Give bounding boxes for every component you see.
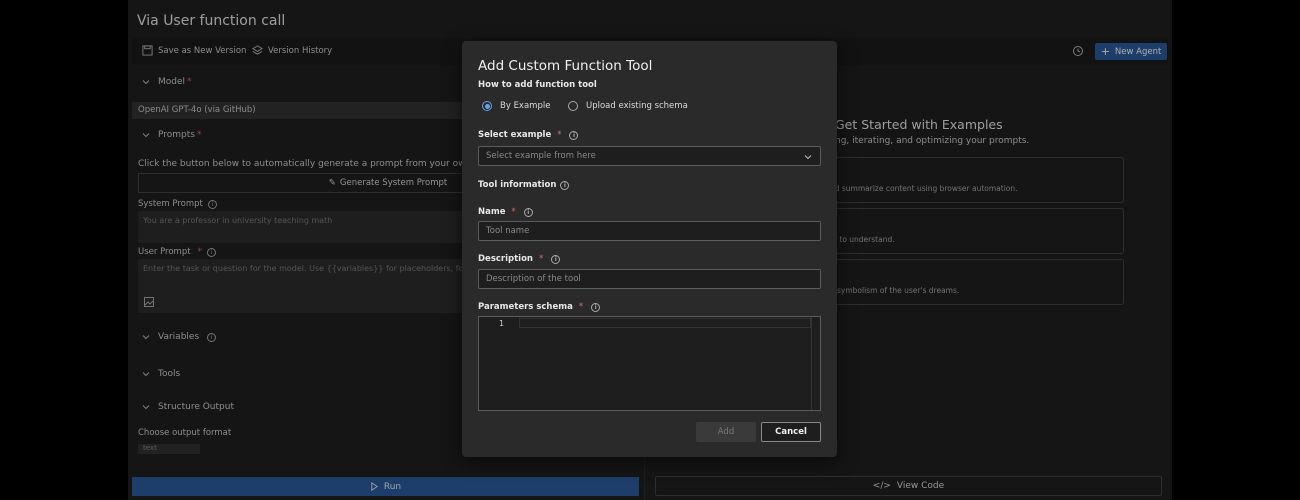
radio-by-example[interactable]: By Example bbox=[482, 101, 550, 111]
parameters-schema-label: Parameters schema * i bbox=[478, 302, 601, 312]
info-icon[interactable]: i bbox=[591, 302, 601, 312]
tool-description-input[interactable]: Description of the tool bbox=[478, 269, 821, 289]
select-example-dropdown[interactable]: Select example from here bbox=[478, 146, 821, 166]
radio-selected-indicator bbox=[482, 101, 492, 111]
tool-description-placeholder: Description of the tool bbox=[486, 274, 581, 284]
radio-indicator bbox=[568, 101, 578, 111]
chevron-down-icon bbox=[804, 155, 812, 160]
line-number: 1 bbox=[499, 319, 505, 328]
info-icon[interactable]: i bbox=[569, 130, 579, 140]
dialog-title: Add Custom Function Tool bbox=[478, 58, 653, 74]
editor-scrollbar[interactable] bbox=[811, 317, 819, 410]
how-to-add-label: How to add function tool bbox=[478, 80, 597, 90]
add-custom-function-tool-dialog: Add Custom Function Tool How to add func… bbox=[462, 41, 837, 457]
description-label: Description * i bbox=[478, 254, 561, 264]
name-label: Name * i bbox=[478, 207, 533, 217]
select-example-label: Select example * i bbox=[478, 130, 579, 140]
radio-upload-label: Upload existing schema bbox=[586, 101, 688, 111]
add-button[interactable]: Add bbox=[696, 422, 756, 442]
info-icon[interactable]: i bbox=[560, 180, 570, 190]
tool-name-placeholder: Tool name bbox=[486, 226, 530, 236]
info-icon[interactable]: i bbox=[551, 254, 561, 264]
tool-information-label: Tool information i bbox=[478, 180, 570, 190]
radio-by-example-label: By Example bbox=[500, 101, 551, 111]
cancel-button[interactable]: Cancel bbox=[761, 422, 821, 442]
parameters-schema-editor[interactable]: 1 bbox=[478, 316, 821, 411]
select-example-placeholder: Select example from here bbox=[486, 151, 596, 161]
info-icon[interactable]: i bbox=[523, 207, 533, 217]
tool-name-input[interactable]: Tool name bbox=[478, 221, 821, 241]
radio-upload-schema[interactable]: Upload existing schema bbox=[568, 101, 688, 111]
current-line-highlight bbox=[519, 318, 811, 328]
